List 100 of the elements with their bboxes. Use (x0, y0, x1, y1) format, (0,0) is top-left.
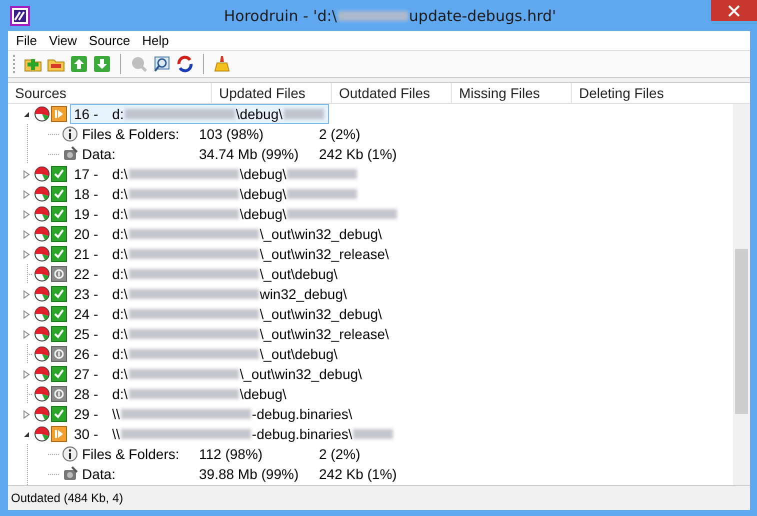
item-number: 18 - (74, 186, 98, 202)
outdated-value: 2 (2%) (319, 446, 362, 462)
disk-icon (62, 466, 78, 482)
path-text: \_out\win32_debug\ (260, 226, 382, 242)
tree-item[interactable]: 28 - d:\ \debug\ (70, 384, 290, 404)
column-header[interactable]: Sources (8, 83, 212, 103)
pie-chart-icon (34, 226, 50, 242)
blurred-text (338, 10, 408, 20)
path-text: d:\ (112, 386, 128, 402)
tree-item[interactable]: 24 - d:\ \_out\win32_debug\ (70, 304, 386, 324)
circle-icon (51, 386, 67, 402)
pie-chart-icon (34, 286, 50, 302)
tree-item[interactable]: 21 - d:\ \_out\win32_release\ (70, 244, 393, 264)
checkmark-icon (51, 306, 67, 322)
menu-item[interactable]: Source (82, 33, 136, 48)
item-number: 19 - (74, 206, 98, 222)
menu-item[interactable]: File (10, 33, 43, 48)
tree-item[interactable]: 30 - \\ -debug.binaries\ (70, 424, 398, 444)
path-text: \_out\win32_release\ (260, 246, 389, 262)
tree-item[interactable]: 20 - d:\ \_out\win32_debug\ (70, 224, 386, 244)
info-icon (62, 446, 78, 462)
path-text: d:\ (112, 306, 128, 322)
pie-chart-icon (34, 346, 50, 362)
path-text: \debug\ (240, 206, 286, 222)
path-text: \_out\win32_debug\ (240, 366, 362, 382)
tree-item[interactable]: 23 - d:\ win32_debug\ (70, 284, 351, 304)
preview-button[interactable] (152, 54, 172, 74)
title-text: update-debugs.hrd' (408, 6, 556, 24)
checkmark-icon (51, 206, 67, 222)
column-header[interactable]: Outdated Files (332, 83, 452, 103)
play-icon (51, 106, 67, 122)
path-text: \_out\win32_release\ (260, 326, 389, 342)
path-text: \debug\ (240, 386, 286, 402)
path-text: \\ (112, 406, 120, 422)
item-number: 28 - (74, 386, 98, 402)
stat-label: Files & Folders: (81, 446, 180, 462)
pie-chart-icon (34, 266, 50, 282)
checkmark-icon (51, 286, 67, 302)
scrollbar[interactable] (733, 104, 750, 485)
arrow-up-button[interactable] (69, 54, 89, 74)
item-number: 21 - (74, 246, 98, 262)
column-header[interactable]: Missing Files (452, 83, 572, 103)
stat-label: Data: (81, 146, 116, 162)
path-text: \\ (112, 426, 120, 442)
outdated-value: 2 (2%) (319, 126, 362, 142)
status-text: Outdated (484 Kb, 4) (11, 491, 124, 505)
pie-chart-icon (34, 306, 50, 322)
path-text: -debug.binaries\ (252, 406, 352, 422)
arrow-down-button[interactable] (92, 54, 112, 74)
path-text: \debug\ (236, 106, 283, 122)
tree-item[interactable]: 19 - d:\ \debug\ (70, 204, 402, 224)
updated-value: 39.88 Mb (99%) (199, 466, 300, 482)
tree-item[interactable]: 18 - d:\ \debug\ (70, 184, 362, 204)
outdated-value: 242 Kb (1%) (319, 466, 398, 482)
column-header[interactable]: Deleting Files (572, 83, 750, 103)
tree-item[interactable]: 17 - d:\ \debug\ (70, 164, 362, 184)
pie-chart-icon (34, 206, 50, 222)
path-text: d:\ (112, 246, 128, 262)
outdated-value: 242 Kb (1%) (319, 146, 398, 162)
tree-item[interactable]: 25 - d:\ \_out\win32_release\ (70, 324, 393, 344)
updated-value: 112 (98%) (199, 446, 264, 462)
scrollbar-thumb[interactable] (735, 249, 748, 414)
tree-item[interactable]: 27 - d:\ \_out\win32_debug\ (70, 364, 366, 384)
item-number: 26 - (74, 346, 98, 362)
preview-icon (153, 55, 171, 73)
item-number: 16 - (74, 106, 98, 122)
pie-chart-icon (34, 426, 50, 442)
tree-item[interactable]: 16 - d: \debug\ (70, 104, 329, 124)
checkmark-icon (51, 366, 67, 382)
path-text: d:\ (112, 206, 128, 222)
path-text: \_out\debug\ (260, 346, 338, 362)
tree-item[interactable]: 26 - d:\ \_out\debug\ (70, 344, 342, 364)
close-button[interactable] (711, 0, 757, 21)
path-text: d:\ (112, 286, 128, 302)
updated-value: 34.74 Mb (99%) (199, 146, 300, 162)
circle-icon (51, 346, 67, 362)
pie-chart-icon (34, 106, 50, 122)
arrow-up-icon (70, 55, 88, 73)
checkmark-icon (51, 166, 67, 182)
path-text: d:\ (112, 186, 128, 202)
updated-value: 103 (98%) (199, 126, 265, 142)
item-number: 27 - (74, 366, 98, 382)
path-text: d:\ (112, 266, 128, 282)
pie-chart-icon (34, 186, 50, 202)
menu-item[interactable]: Help (136, 33, 175, 48)
tree-item[interactable]: 22 - d:\ \_out\debug\ (70, 264, 342, 284)
path-text: d:\ (112, 346, 128, 362)
path-text: \_out\debug\ (260, 266, 338, 282)
tree-item[interactable]: 29 - \\ -debug.binaries\ (70, 404, 356, 424)
pie-chart-icon (34, 386, 50, 402)
refresh-button[interactable] (175, 54, 195, 74)
menu-item[interactable]: View (42, 33, 83, 48)
item-number: 20 - (74, 226, 98, 242)
disk-icon (62, 146, 78, 162)
checkmark-icon (51, 326, 67, 342)
checkmark-icon (51, 406, 67, 422)
blurred-text (287, 189, 358, 199)
checkmark-icon (51, 186, 67, 202)
column-header[interactable]: Updated Files (212, 83, 332, 103)
broom-button[interactable] (212, 54, 232, 74)
